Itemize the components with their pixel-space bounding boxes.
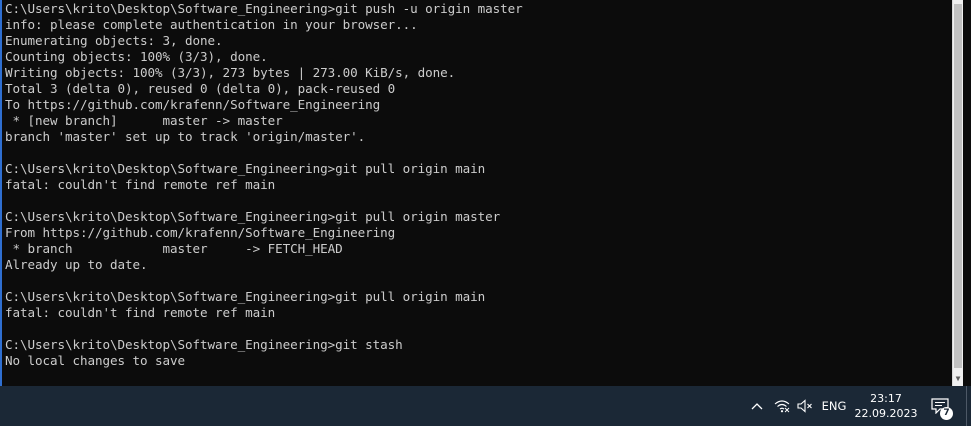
- terminal-line: fatal: couldn't find remote ref main: [5, 177, 276, 192]
- terminal-line: To https://github.com/krafenn/Software_E…: [5, 97, 381, 112]
- terminal-line: branch 'master' set up to track 'origin/…: [5, 129, 366, 144]
- volume-button[interactable]: [795, 386, 815, 426]
- terminal-line: Already up to date.: [5, 257, 148, 272]
- terminal-line: C:\Users\krito\Desktop\Software_Engineer…: [5, 161, 486, 176]
- input-language-indicator[interactable]: ENG: [819, 386, 849, 426]
- show-hidden-icons-button[interactable]: [748, 386, 766, 426]
- terminal-window[interactable]: C:\Users\krito\Desktop\Software_Engineer…: [0, 0, 963, 386]
- vertical-scrollbar[interactable]: ▼: [952, 0, 963, 386]
- terminal-line: Writing objects: 100% (3/3), 273 bytes |…: [5, 65, 456, 80]
- action-center-button[interactable]: [925, 386, 955, 426]
- clock-date: 22.09.2023: [854, 407, 918, 420]
- wifi-icon: [774, 400, 790, 413]
- chevron-up-icon: [751, 403, 763, 410]
- terminal-line: C:\Users\krito\Desktop\Software_Engineer…: [5, 289, 486, 304]
- terminal-line: From https://github.com/krafenn/Software…: [5, 225, 396, 240]
- terminal-line: C:\Users\krito\Desktop\Software_Engineer…: [5, 1, 523, 16]
- terminal-line: Enumerating objects: 3, done.: [5, 33, 223, 48]
- scroll-down-arrow-icon[interactable]: ▼: [954, 375, 962, 383]
- terminal-line: C:\Users\krito\Desktop\Software_Engineer…: [5, 337, 403, 352]
- terminal-line: fatal: couldn't find remote ref main: [5, 305, 276, 320]
- taskbar: ENG 23:17 22.09.2023: [0, 386, 971, 426]
- show-desktop-button[interactable]: [966, 386, 971, 426]
- terminal-line: Counting objects: 100% (3/3), done.: [5, 49, 268, 64]
- terminal-line: info: please complete authentication in …: [5, 17, 418, 32]
- notification-count-badge: 7: [940, 407, 953, 420]
- clock[interactable]: 23:17 22.09.2023: [853, 386, 919, 426]
- terminal-line: C:\Users\krito\Desktop\Software_Engineer…: [5, 209, 501, 224]
- terminal-line: * branch master -> FETCH_HEAD: [5, 241, 343, 256]
- scrollbar-thumb[interactable]: [954, 4, 962, 368]
- speaker-muted-icon: [797, 399, 812, 413]
- terminal-line: * [new branch] master -> master: [5, 113, 283, 128]
- terminal-line: No local changes to save: [5, 353, 186, 368]
- terminal-output: C:\Users\krito\Desktop\Software_Engineer…: [5, 1, 523, 369]
- terminal-line: Total 3 (delta 0), reused 0 (delta 0), p…: [5, 81, 396, 96]
- network-button[interactable]: [772, 386, 792, 426]
- clock-time: 23:17: [870, 392, 902, 405]
